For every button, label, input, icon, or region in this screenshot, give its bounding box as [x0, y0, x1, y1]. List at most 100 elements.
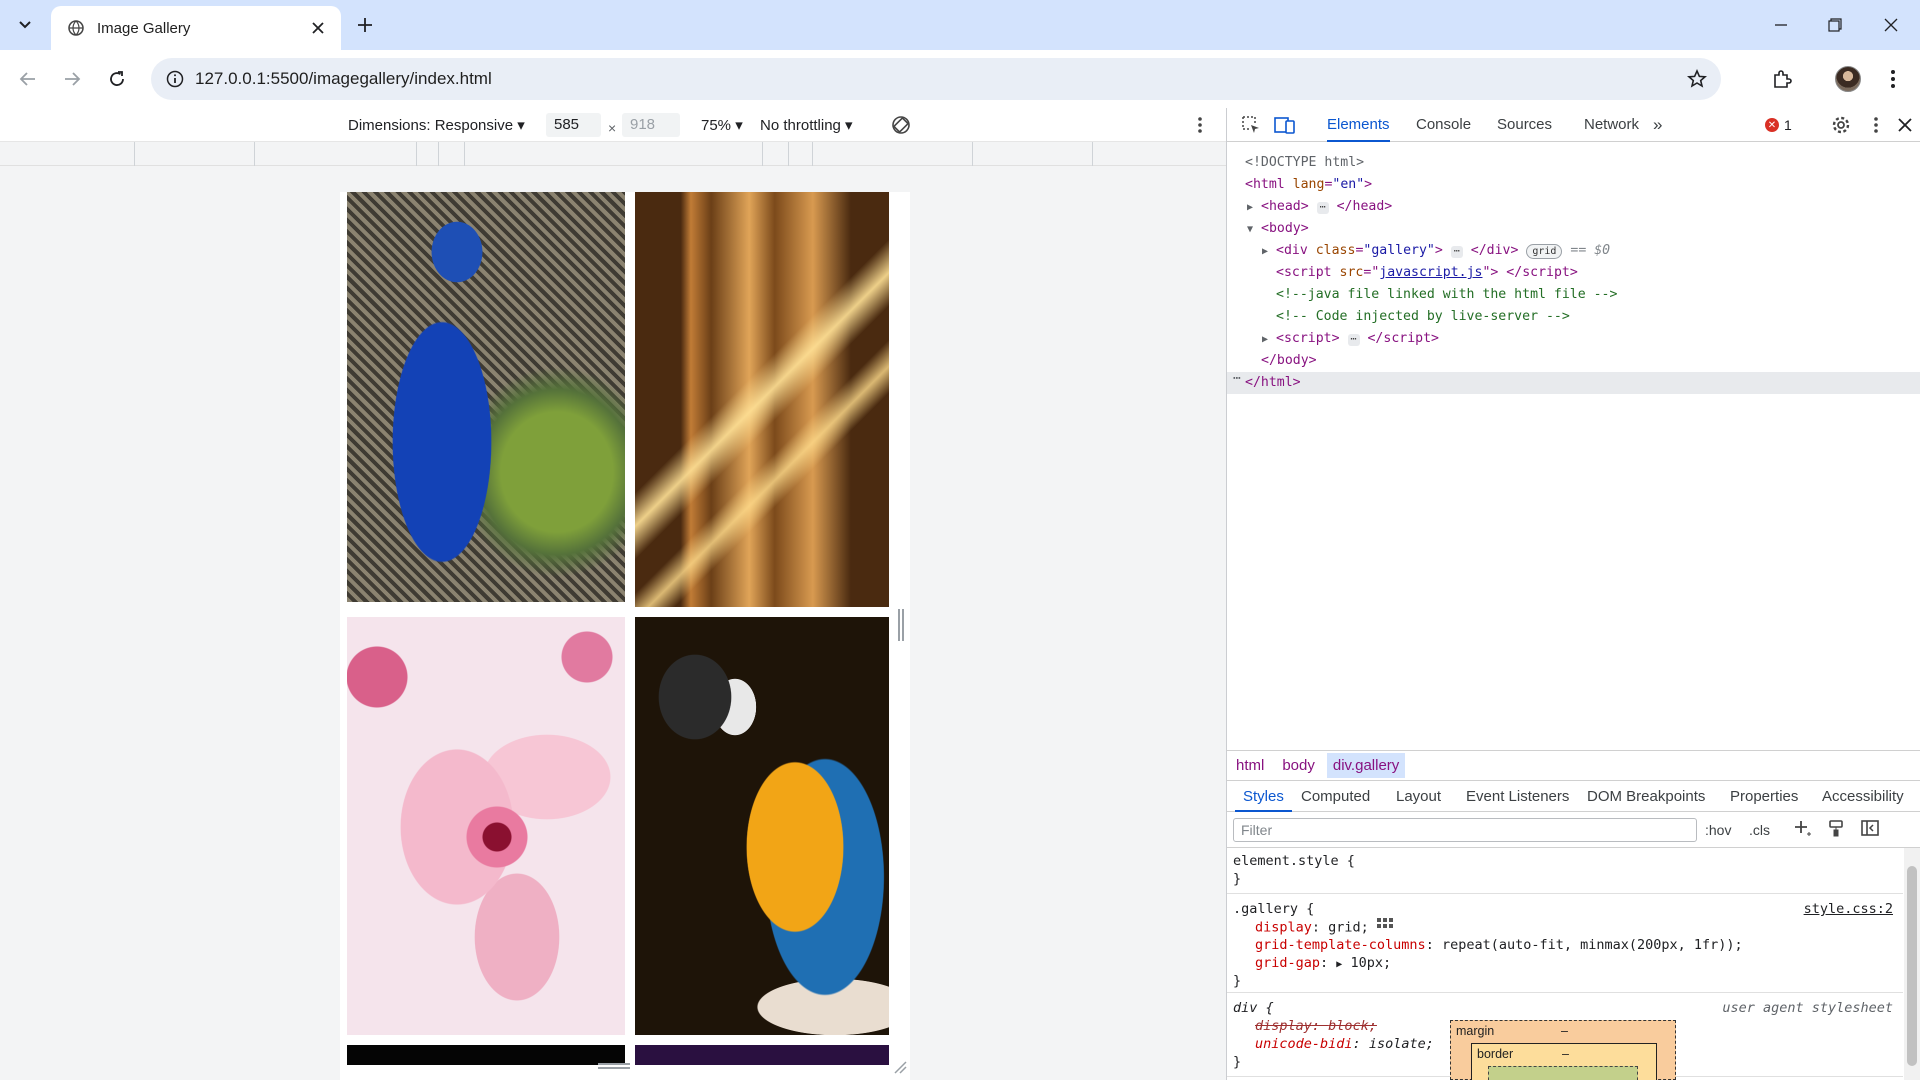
box-model-border[interactable]: border –	[1471, 1043, 1657, 1080]
tab-accessibility[interactable]: Accessibility	[1822, 781, 1904, 812]
zoom-select[interactable]: 75% ▾	[701, 116, 743, 134]
element-style-rule[interactable]: element.style { }	[1227, 848, 1903, 894]
back-button[interactable]	[12, 63, 44, 95]
close-devtools-icon[interactable]	[1893, 113, 1917, 137]
reload-button[interactable]	[101, 63, 133, 95]
dom-body-node[interactable]: ▼ <body>	[1247, 218, 1309, 239]
tab-network[interactable]: Network	[1584, 108, 1639, 142]
prop-display-value: grid;	[1328, 919, 1369, 936]
box-model-padding[interactable]	[1488, 1066, 1638, 1080]
more-tabs-button[interactable]: »	[1653, 108, 1662, 142]
close-tab-icon[interactable]	[307, 17, 329, 39]
cls-toggle[interactable]: .cls	[1749, 819, 1770, 841]
dom-comment-1[interactable]: <!--java file linked with the html file …	[1276, 284, 1617, 305]
breadcrumb-html[interactable]: html	[1236, 757, 1264, 774]
expand-triangle-icon[interactable]: ▶	[1336, 959, 1342, 970]
inspect-element-icon[interactable]	[1239, 113, 1263, 137]
breadcrumb-body[interactable]: body	[1282, 757, 1315, 774]
dom-script-node[interactable]: <script src="javascript.js"> </script>	[1276, 262, 1578, 283]
div-selector: div {	[1233, 1000, 1274, 1016]
chrome-menu-button[interactable]	[1877, 63, 1909, 95]
forward-button[interactable]	[56, 63, 88, 95]
gallery-image-parrot[interactable]	[635, 617, 889, 1035]
gallery-image-peacock[interactable]	[347, 192, 625, 602]
breadcrumb-div-gallery[interactable]: div.gallery	[1326, 753, 1406, 778]
device-toggle-icon[interactable]	[1273, 113, 1297, 137]
tab-sources[interactable]: Sources	[1497, 108, 1552, 142]
ellipsis-icon[interactable]: ⋯	[1316, 202, 1329, 214]
sidebar-toggle-icon[interactable]	[1861, 819, 1879, 841]
rotate-button[interactable]	[889, 113, 913, 137]
close-window-button[interactable]	[1862, 0, 1920, 50]
tab-layout[interactable]: Layout	[1396, 781, 1441, 812]
tab-event-listeners[interactable]: Event Listeners	[1466, 781, 1569, 812]
dom-doctype[interactable]: <!DOCTYPE html>	[1245, 152, 1364, 173]
settings-gear-icon[interactable]	[1829, 113, 1853, 137]
media-query-bar[interactable]	[0, 142, 1226, 166]
ellipsis-icon[interactable]: ⋯	[1347, 334, 1360, 346]
error-badge[interactable]: ✕ 1	[1765, 117, 1792, 133]
dom-div-gallery-node[interactable]: ▶ <div class="gallery"> ⋯ </div> grid == …	[1262, 240, 1610, 261]
gallery-source-link[interactable]: style.css:2	[1804, 900, 1893, 918]
prop-grid-template-columns[interactable]: grid-template-columns: repeat(auto-fit, …	[1255, 936, 1743, 954]
throttling-select[interactable]: No throttling ▾	[760, 116, 853, 134]
dom-html-close[interactable]: </html>	[1245, 372, 1301, 393]
bookmark-star-icon[interactable]	[1685, 67, 1709, 91]
tab-styles[interactable]: Styles	[1235, 781, 1292, 812]
prop-unicode-bidi[interactable]: unicode-bidi: isolate;	[1255, 1035, 1434, 1053]
gallery-image-columns[interactable]	[635, 192, 889, 607]
script-src-link[interactable]: javascript.js	[1379, 265, 1482, 280]
devtools-menu-icon[interactable]	[1864, 113, 1888, 137]
expand-triangle-icon[interactable]: ▶	[1247, 197, 1261, 218]
gallery-image-magnolia[interactable]	[347, 617, 625, 1035]
device-more-button[interactable]	[1190, 113, 1210, 137]
tab-console[interactable]: Console	[1416, 108, 1471, 142]
dom-head-node[interactable]: ▶ <head> ⋯ </head>	[1247, 196, 1392, 217]
tab-computed[interactable]: Computed	[1301, 781, 1370, 812]
dom-comment-2[interactable]: <!-- Code injected by live-server -->	[1276, 306, 1570, 327]
device-frame[interactable]	[340, 192, 910, 1080]
new-rule-plus-icon[interactable]	[1793, 819, 1811, 841]
browser-tab[interactable]: Image Gallery	[51, 6, 341, 50]
height-input[interactable]: 918	[622, 113, 680, 137]
extensions-button[interactable]	[1766, 63, 1798, 95]
address-bar[interactable]: 127.0.0.1:5500/imagegallery/index.html	[151, 58, 1721, 100]
width-input[interactable]: 585	[546, 113, 601, 137]
grid-badge[interactable]: grid	[1526, 244, 1563, 259]
hov-toggle[interactable]: :hov	[1705, 819, 1731, 841]
expand-triangle-icon[interactable]: ▶	[1262, 329, 1276, 350]
tab-search-button[interactable]	[8, 10, 42, 40]
paint-brush-icon[interactable]	[1827, 819, 1845, 841]
gallery-rule[interactable]: .gallery { style.css:2 display: grid; gr…	[1227, 894, 1903, 993]
grid-editor-icon[interactable]	[1376, 918, 1393, 937]
gallery-image-partial-2[interactable]	[635, 1045, 889, 1065]
dom-body-close[interactable]: </body>	[1261, 350, 1317, 371]
dom-script-2-node[interactable]: ▶ <script> ⋯ </script>	[1262, 328, 1439, 349]
dimensions-select[interactable]: Dimensions: Responsive ▾	[348, 116, 525, 134]
new-tab-button[interactable]	[350, 10, 380, 40]
gallery-image-partial-1[interactable]	[347, 1045, 625, 1065]
prop-grid-gap[interactable]: grid-gap: ▶ 10px;	[1255, 954, 1391, 972]
filter-input[interactable]: Filter	[1233, 818, 1697, 842]
resize-corner-icon[interactable]	[893, 1060, 907, 1074]
prop-display[interactable]: display: grid;	[1255, 918, 1393, 936]
node-actions-icon[interactable]: ⋯	[1233, 371, 1241, 386]
minimize-button[interactable]	[1752, 0, 1810, 50]
resize-handle-bottom[interactable]	[598, 1063, 630, 1069]
tab-dom-breakpoints[interactable]: DOM Breakpoints	[1587, 781, 1705, 812]
styles-scrollbar[interactable]	[1904, 848, 1920, 1080]
collapse-triangle-icon[interactable]: ▼	[1247, 219, 1261, 240]
restore-button[interactable]	[1806, 0, 1864, 50]
tab-elements[interactable]: Elements	[1327, 108, 1390, 142]
box-model-margin[interactable]: margin – border –	[1450, 1020, 1676, 1080]
ellipsis-icon[interactable]: ⋯	[1450, 246, 1463, 258]
site-info-icon[interactable]	[155, 58, 195, 100]
profile-button[interactable]	[1832, 63, 1864, 95]
tab-properties[interactable]: Properties	[1730, 781, 1798, 812]
dom-html-node[interactable]: <html lang="en">	[1245, 174, 1372, 195]
expand-triangle-icon[interactable]: ▶	[1262, 241, 1276, 262]
scrollbar-thumb[interactable]	[1907, 866, 1917, 1066]
url-text[interactable]: 127.0.0.1:5500/imagegallery/index.html	[195, 69, 492, 89]
prop-display-ua[interactable]: display: block;	[1255, 1017, 1377, 1035]
resize-handle-right[interactable]	[898, 609, 904, 641]
